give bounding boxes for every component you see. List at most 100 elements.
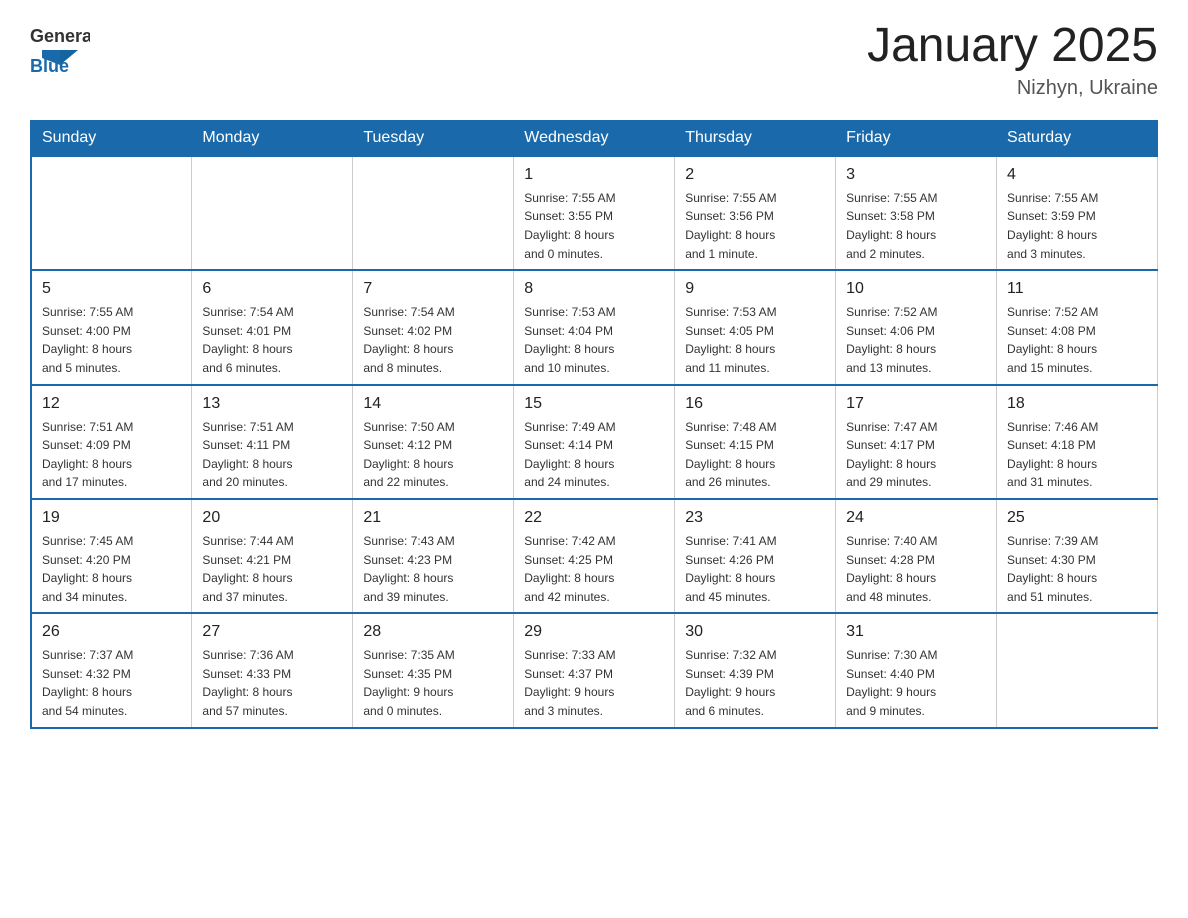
day-info: Sunrise: 7:46 AMSunset: 4:18 PMDaylight:… [1007,418,1147,492]
calendar-cell: 3Sunrise: 7:55 AMSunset: 3:58 PMDaylight… [836,156,997,270]
day-number: 7 [363,277,503,301]
day-number: 1 [524,163,664,187]
calendar-cell [353,156,514,270]
calendar-cell: 2Sunrise: 7:55 AMSunset: 3:56 PMDaylight… [675,156,836,270]
day-number: 23 [685,506,825,530]
day-info: Sunrise: 7:55 AMSunset: 3:55 PMDaylight:… [524,189,664,263]
day-info: Sunrise: 7:55 AMSunset: 3:58 PMDaylight:… [846,189,986,263]
day-number: 16 [685,392,825,416]
day-info: Sunrise: 7:33 AMSunset: 4:37 PMDaylight:… [524,646,664,720]
calendar-cell: 22Sunrise: 7:42 AMSunset: 4:25 PMDayligh… [514,499,675,613]
calendar-cell [31,156,192,270]
day-number: 22 [524,506,664,530]
day-info: Sunrise: 7:44 AMSunset: 4:21 PMDaylight:… [202,532,342,606]
calendar-cell: 15Sunrise: 7:49 AMSunset: 4:14 PMDayligh… [514,385,675,499]
day-info: Sunrise: 7:36 AMSunset: 4:33 PMDaylight:… [202,646,342,720]
calendar-cell: 25Sunrise: 7:39 AMSunset: 4:30 PMDayligh… [997,499,1158,613]
weekday-header-row: Sunday Monday Tuesday Wednesday Thursday… [31,120,1158,156]
day-number: 30 [685,620,825,644]
day-info: Sunrise: 7:30 AMSunset: 4:40 PMDaylight:… [846,646,986,720]
day-number: 29 [524,620,664,644]
calendar-cell: 7Sunrise: 7:54 AMSunset: 4:02 PMDaylight… [353,270,514,384]
calendar-cell [192,156,353,270]
calendar-cell: 5Sunrise: 7:55 AMSunset: 4:00 PMDaylight… [31,270,192,384]
header-saturday: Saturday [997,120,1158,156]
calendar-cell: 11Sunrise: 7:52 AMSunset: 4:08 PMDayligh… [997,270,1158,384]
day-number: 19 [42,506,181,530]
day-number: 17 [846,392,986,416]
calendar-cell: 16Sunrise: 7:48 AMSunset: 4:15 PMDayligh… [675,385,836,499]
day-info: Sunrise: 7:54 AMSunset: 4:02 PMDaylight:… [363,303,503,377]
calendar-cell: 24Sunrise: 7:40 AMSunset: 4:28 PMDayligh… [836,499,997,613]
calendar-week-row: 26Sunrise: 7:37 AMSunset: 4:32 PMDayligh… [31,613,1158,727]
page-header: General Blue January 2025 Nizhyn, Ukrain… [30,20,1158,100]
day-number: 27 [202,620,342,644]
calendar-cell: 4Sunrise: 7:55 AMSunset: 3:59 PMDaylight… [997,156,1158,270]
day-number: 18 [1007,392,1147,416]
day-number: 28 [363,620,503,644]
day-number: 10 [846,277,986,301]
calendar-subtitle: Nizhyn, Ukraine [867,77,1158,100]
day-info: Sunrise: 7:42 AMSunset: 4:25 PMDaylight:… [524,532,664,606]
day-info: Sunrise: 7:47 AMSunset: 4:17 PMDaylight:… [846,418,986,492]
svg-text:Blue: Blue [30,56,69,75]
day-info: Sunrise: 7:51 AMSunset: 4:09 PMDaylight:… [42,418,181,492]
day-info: Sunrise: 7:37 AMSunset: 4:32 PMDaylight:… [42,646,181,720]
day-number: 26 [42,620,181,644]
day-info: Sunrise: 7:55 AMSunset: 3:59 PMDaylight:… [1007,189,1147,263]
calendar-cell: 28Sunrise: 7:35 AMSunset: 4:35 PMDayligh… [353,613,514,727]
day-number: 25 [1007,506,1147,530]
day-number: 15 [524,392,664,416]
calendar-table: Sunday Monday Tuesday Wednesday Thursday… [30,120,1158,729]
calendar-cell: 8Sunrise: 7:53 AMSunset: 4:04 PMDaylight… [514,270,675,384]
day-info: Sunrise: 7:51 AMSunset: 4:11 PMDaylight:… [202,418,342,492]
header-tuesday: Tuesday [353,120,514,156]
day-number: 8 [524,277,664,301]
day-info: Sunrise: 7:39 AMSunset: 4:30 PMDaylight:… [1007,532,1147,606]
day-info: Sunrise: 7:49 AMSunset: 4:14 PMDaylight:… [524,418,664,492]
calendar-cell: 21Sunrise: 7:43 AMSunset: 4:23 PMDayligh… [353,499,514,613]
day-number: 14 [363,392,503,416]
day-number: 2 [685,163,825,187]
day-info: Sunrise: 7:52 AMSunset: 4:06 PMDaylight:… [846,303,986,377]
calendar-week-row: 12Sunrise: 7:51 AMSunset: 4:09 PMDayligh… [31,385,1158,499]
day-info: Sunrise: 7:43 AMSunset: 4:23 PMDaylight:… [363,532,503,606]
title-section: January 2025 Nizhyn, Ukraine [867,20,1158,100]
calendar-cell: 10Sunrise: 7:52 AMSunset: 4:06 PMDayligh… [836,270,997,384]
day-info: Sunrise: 7:52 AMSunset: 4:08 PMDaylight:… [1007,303,1147,377]
calendar-cell: 12Sunrise: 7:51 AMSunset: 4:09 PMDayligh… [31,385,192,499]
calendar-cell: 29Sunrise: 7:33 AMSunset: 4:37 PMDayligh… [514,613,675,727]
logo-icon: General Blue [30,20,90,75]
calendar-cell: 1Sunrise: 7:55 AMSunset: 3:55 PMDaylight… [514,156,675,270]
calendar-cell: 30Sunrise: 7:32 AMSunset: 4:39 PMDayligh… [675,613,836,727]
calendar-title: January 2025 [867,20,1158,73]
day-info: Sunrise: 7:41 AMSunset: 4:26 PMDaylight:… [685,532,825,606]
calendar-cell: 17Sunrise: 7:47 AMSunset: 4:17 PMDayligh… [836,385,997,499]
calendar-cell: 6Sunrise: 7:54 AMSunset: 4:01 PMDaylight… [192,270,353,384]
day-info: Sunrise: 7:53 AMSunset: 4:05 PMDaylight:… [685,303,825,377]
calendar-week-row: 1Sunrise: 7:55 AMSunset: 3:55 PMDaylight… [31,156,1158,270]
day-info: Sunrise: 7:32 AMSunset: 4:39 PMDaylight:… [685,646,825,720]
day-info: Sunrise: 7:53 AMSunset: 4:04 PMDaylight:… [524,303,664,377]
day-number: 12 [42,392,181,416]
header-monday: Monday [192,120,353,156]
day-number: 11 [1007,277,1147,301]
calendar-cell: 18Sunrise: 7:46 AMSunset: 4:18 PMDayligh… [997,385,1158,499]
calendar-cell: 26Sunrise: 7:37 AMSunset: 4:32 PMDayligh… [31,613,192,727]
calendar-cell: 20Sunrise: 7:44 AMSunset: 4:21 PMDayligh… [192,499,353,613]
day-number: 4 [1007,163,1147,187]
day-number: 13 [202,392,342,416]
calendar-week-row: 5Sunrise: 7:55 AMSunset: 4:00 PMDaylight… [31,270,1158,384]
day-number: 20 [202,506,342,530]
calendar-cell: 23Sunrise: 7:41 AMSunset: 4:26 PMDayligh… [675,499,836,613]
header-sunday: Sunday [31,120,192,156]
logo: General Blue [30,20,90,75]
day-info: Sunrise: 7:35 AMSunset: 4:35 PMDaylight:… [363,646,503,720]
calendar-cell: 13Sunrise: 7:51 AMSunset: 4:11 PMDayligh… [192,385,353,499]
day-info: Sunrise: 7:55 AMSunset: 3:56 PMDaylight:… [685,189,825,263]
calendar-week-row: 19Sunrise: 7:45 AMSunset: 4:20 PMDayligh… [31,499,1158,613]
calendar-cell [997,613,1158,727]
day-number: 5 [42,277,181,301]
header-thursday: Thursday [675,120,836,156]
svg-text:General: General [30,26,90,46]
